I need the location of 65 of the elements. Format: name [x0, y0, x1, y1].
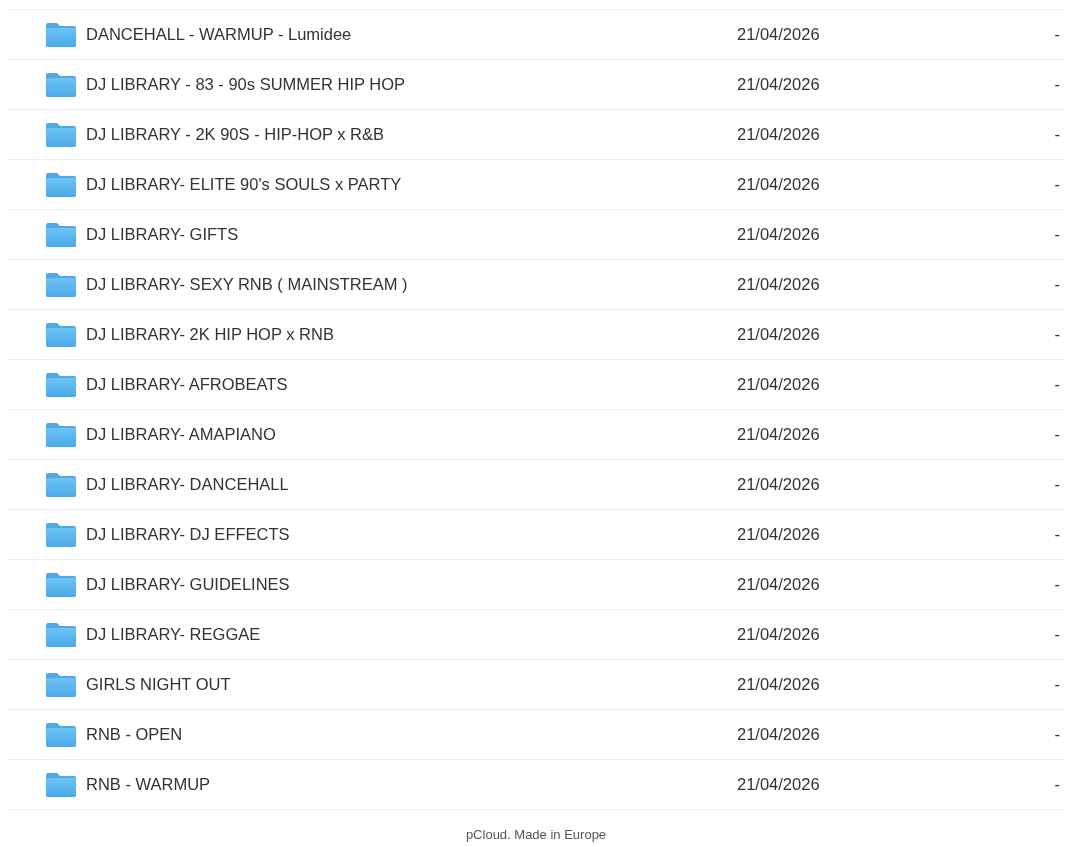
- folder-name[interactable]: DJ LIBRARY- GIFTS: [86, 225, 239, 244]
- size-text: -: [1054, 225, 1060, 244]
- folder-name[interactable]: DJ LIBRARY- DJ EFFECTS: [86, 525, 290, 544]
- folder-icon: [46, 122, 76, 147]
- folder-name[interactable]: DJ LIBRARY - 83 - 90s SUMMER HIP HOP: [86, 75, 406, 94]
- size-text: -: [1054, 75, 1060, 94]
- modified-date: 21/04/2026: [737, 125, 820, 143]
- size-text: -: [1054, 575, 1060, 594]
- modified-date: 21/04/2026: [737, 675, 820, 693]
- folder-icon: [46, 622, 76, 647]
- folder-name[interactable]: DJ LIBRARY- DANCEHALL: [86, 475, 289, 494]
- size-text: -: [1054, 475, 1060, 494]
- size-text: -: [1054, 275, 1060, 294]
- folder-name[interactable]: RNB - OPEN: [86, 725, 183, 744]
- folder-name[interactable]: DANCEHALL - WARMUP - Lumidee: [86, 25, 352, 44]
- size-text: -: [1054, 725, 1060, 744]
- size-text: -: [1054, 325, 1060, 344]
- modified-date: 21/04/2026: [737, 575, 820, 593]
- folder-icon: [46, 672, 76, 697]
- folder-icon: [46, 322, 76, 347]
- folder-name[interactable]: DJ LIBRARY - 2K 90S - HIP-HOP x R&B: [86, 125, 384, 144]
- modified-date: 21/04/2026: [737, 175, 820, 193]
- modified-date: 21/04/2026: [737, 725, 820, 743]
- folder-name[interactable]: DJ LIBRARY- AMAPIANO: [86, 425, 276, 444]
- folder-name[interactable]: DJ LIBRARY- GUIDELINES: [86, 575, 290, 594]
- modified-date: 21/04/2026: [737, 25, 820, 43]
- size-text: -: [1054, 625, 1060, 644]
- modified-date: 21/04/2026: [737, 775, 820, 793]
- folder-icon: [46, 472, 76, 497]
- modified-date: 21/04/2026: [737, 275, 820, 293]
- folder-name[interactable]: GIRLS NIGHT OUT: [86, 675, 231, 694]
- size-text: -: [1054, 525, 1060, 544]
- folder-icon: [46, 772, 76, 797]
- size-text: -: [1054, 675, 1060, 694]
- modified-date: 21/04/2026: [737, 75, 820, 93]
- modified-date: 21/04/2026: [737, 525, 820, 543]
- folder-name[interactable]: RNB - WARMUP: [86, 775, 211, 794]
- folder-icon: [46, 272, 76, 297]
- modified-date: 21/04/2026: [737, 225, 820, 243]
- folder-name[interactable]: DJ LIBRARY- SEXY RNB ( MAINSTREAM ): [86, 275, 408, 294]
- modified-date: 21/04/2026: [737, 475, 820, 493]
- folder-icon: [46, 222, 76, 247]
- folder-icon: [46, 172, 76, 197]
- modified-date: 21/04/2026: [737, 325, 820, 343]
- folder-icon: [46, 422, 76, 447]
- modified-date: 21/04/2026: [737, 625, 820, 643]
- size-text: -: [1054, 175, 1060, 194]
- footer-text: pCloud. Made in Europe: [465, 826, 607, 844]
- folder-icon: [46, 72, 76, 97]
- folder-name[interactable]: DJ LIBRARY- ELITE 90's SOULS x PARTY: [86, 175, 402, 194]
- modified-date: 21/04/2026: [737, 425, 820, 443]
- folder-icon: [46, 22, 76, 47]
- folder-name[interactable]: DJ LIBRARY- 2K HIP HOP x RNB: [86, 325, 334, 344]
- size-text: -: [1054, 775, 1060, 794]
- folder-icon: [46, 372, 76, 397]
- modified-date: 21/04/2026: [737, 375, 820, 393]
- size-text: -: [1054, 375, 1060, 394]
- folder-name[interactable]: DJ LIBRARY- AFROBEATS: [86, 375, 288, 394]
- folder-icon: [46, 572, 76, 597]
- size-text: -: [1054, 125, 1060, 144]
- folder-icon: [46, 522, 76, 547]
- size-text: -: [1054, 25, 1060, 44]
- folder-icon: [46, 722, 76, 747]
- folder-name[interactable]: DJ LIBRARY- REGGAE: [86, 625, 261, 644]
- size-text: -: [1054, 425, 1060, 444]
